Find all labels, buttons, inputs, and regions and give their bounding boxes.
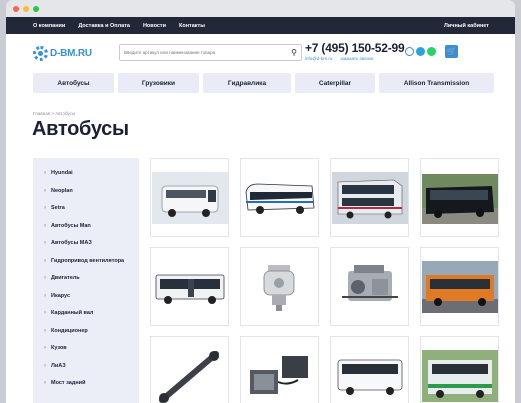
nav-contacts[interactable]: Контакты [179, 23, 205, 29]
site-header: D-BM.RU ⚲ +7 (495) 150-52-99 info@d-bm.r… [6, 34, 515, 73]
product-grid [150, 158, 499, 403]
cart-icon: 🛒 [446, 47, 457, 56]
sidebar-item[interactable]: Кузов [33, 345, 139, 352]
phone-number[interactable]: +7 (495) 150-52-99 [305, 41, 405, 55]
sidebar-item[interactable]: Hyundai [33, 170, 139, 177]
category-caterpillar[interactable]: Caterpillar [295, 73, 375, 93]
product-card[interactable] [330, 247, 409, 326]
product-card[interactable] [150, 247, 229, 326]
sidebar-item[interactable]: Setra [33, 205, 139, 212]
callback-link[interactable]: заказать звонок [340, 56, 373, 61]
category-buses[interactable]: Автобусы [33, 73, 114, 93]
logo[interactable]: D-BM.RU [33, 46, 92, 61]
product-card[interactable] [420, 158, 499, 237]
double-decker-bus-image [331, 171, 408, 224]
sidebar-item[interactable]: Карданный вал [33, 310, 139, 317]
page-title: Автобусы [32, 118, 129, 140]
cardan-shaft-image [158, 350, 219, 403]
sidebar-item[interactable]: Гидропривод вентилятора [33, 258, 139, 265]
sidebar-item[interactable]: Двигатель [33, 275, 139, 282]
close-dot-icon[interactable] [13, 5, 19, 12]
sidebar-item[interactable]: Автобусы Man [33, 223, 139, 230]
search-icon[interactable]: ⚲ [291, 48, 297, 57]
gear-logo-icon [33, 46, 48, 61]
sidebar-item[interactable]: Кондиционер [33, 328, 139, 335]
product-card[interactable] [420, 247, 499, 326]
product-card[interactable] [420, 336, 499, 403]
sidebar-item[interactable]: Автобусы МАЗ [33, 240, 139, 247]
breadcrumb[interactable]: Главная > Автобусы [33, 111, 75, 116]
product-card[interactable] [240, 247, 319, 326]
telegram-icon[interactable] [416, 47, 425, 56]
maximize-dot-icon[interactable] [33, 5, 39, 12]
category-menu: Автобусы Грузовики Гидравлика Caterpilla… [33, 73, 494, 93]
liaz-bus-image [421, 349, 498, 402]
product-card[interactable] [240, 158, 319, 237]
minibus-image [151, 171, 228, 224]
account-link[interactable]: Личный кабинет [444, 23, 489, 29]
engine-image [341, 264, 398, 301]
sidebar-item[interactable]: Neoplan [33, 188, 139, 195]
cart-button[interactable]: 🛒 [445, 45, 458, 58]
nav-news[interactable]: Новости [143, 23, 166, 29]
sidebar-item[interactable]: Мост задний [33, 380, 139, 387]
orange-bus-image [421, 260, 498, 313]
sidebar-item[interactable]: Икарус [33, 293, 139, 300]
window-chrome [6, 0, 515, 17]
minimize-dot-icon[interactable] [23, 5, 29, 12]
search-input[interactable] [124, 50, 284, 55]
category-allison[interactable]: Allison Transmission [379, 73, 494, 93]
hydraulic-pump-image [263, 264, 294, 311]
air-conditioner-image [249, 355, 308, 394]
nav-delivery[interactable]: Доставка и Оплата [78, 23, 130, 29]
logo-text: D-BM.RU [50, 48, 92, 59]
nav-about[interactable]: О компании [33, 23, 65, 29]
browser-window: О компании Доставка и Оплата Новости Кон… [6, 0, 515, 403]
white-bus-image [337, 359, 402, 395]
email-link[interactable]: info@d-bm.ru [305, 56, 332, 61]
sidebar: Hyundai Neoplan Setra Автобусы Man Автоб… [33, 158, 139, 403]
viber-icon[interactable] [405, 47, 414, 56]
product-card[interactable] [330, 336, 409, 403]
product-card[interactable] [150, 158, 229, 237]
category-trucks[interactable]: Грузовики [118, 73, 199, 93]
search-box: ⚲ [119, 44, 302, 61]
category-hydraulics[interactable]: Гидравлика [203, 73, 291, 93]
product-card[interactable] [330, 158, 409, 237]
top-navigation: О компании Доставка и Оплата Новости Кон… [6, 17, 515, 34]
city-bus-image [155, 274, 224, 304]
product-card[interactable] [150, 336, 229, 403]
whatsapp-icon[interactable] [427, 47, 436, 56]
product-card[interactable] [240, 336, 319, 403]
coach-bus-image [245, 183, 314, 214]
black-coach-image [421, 173, 498, 224]
sidebar-item[interactable]: ЛиАЗ [33, 363, 139, 370]
